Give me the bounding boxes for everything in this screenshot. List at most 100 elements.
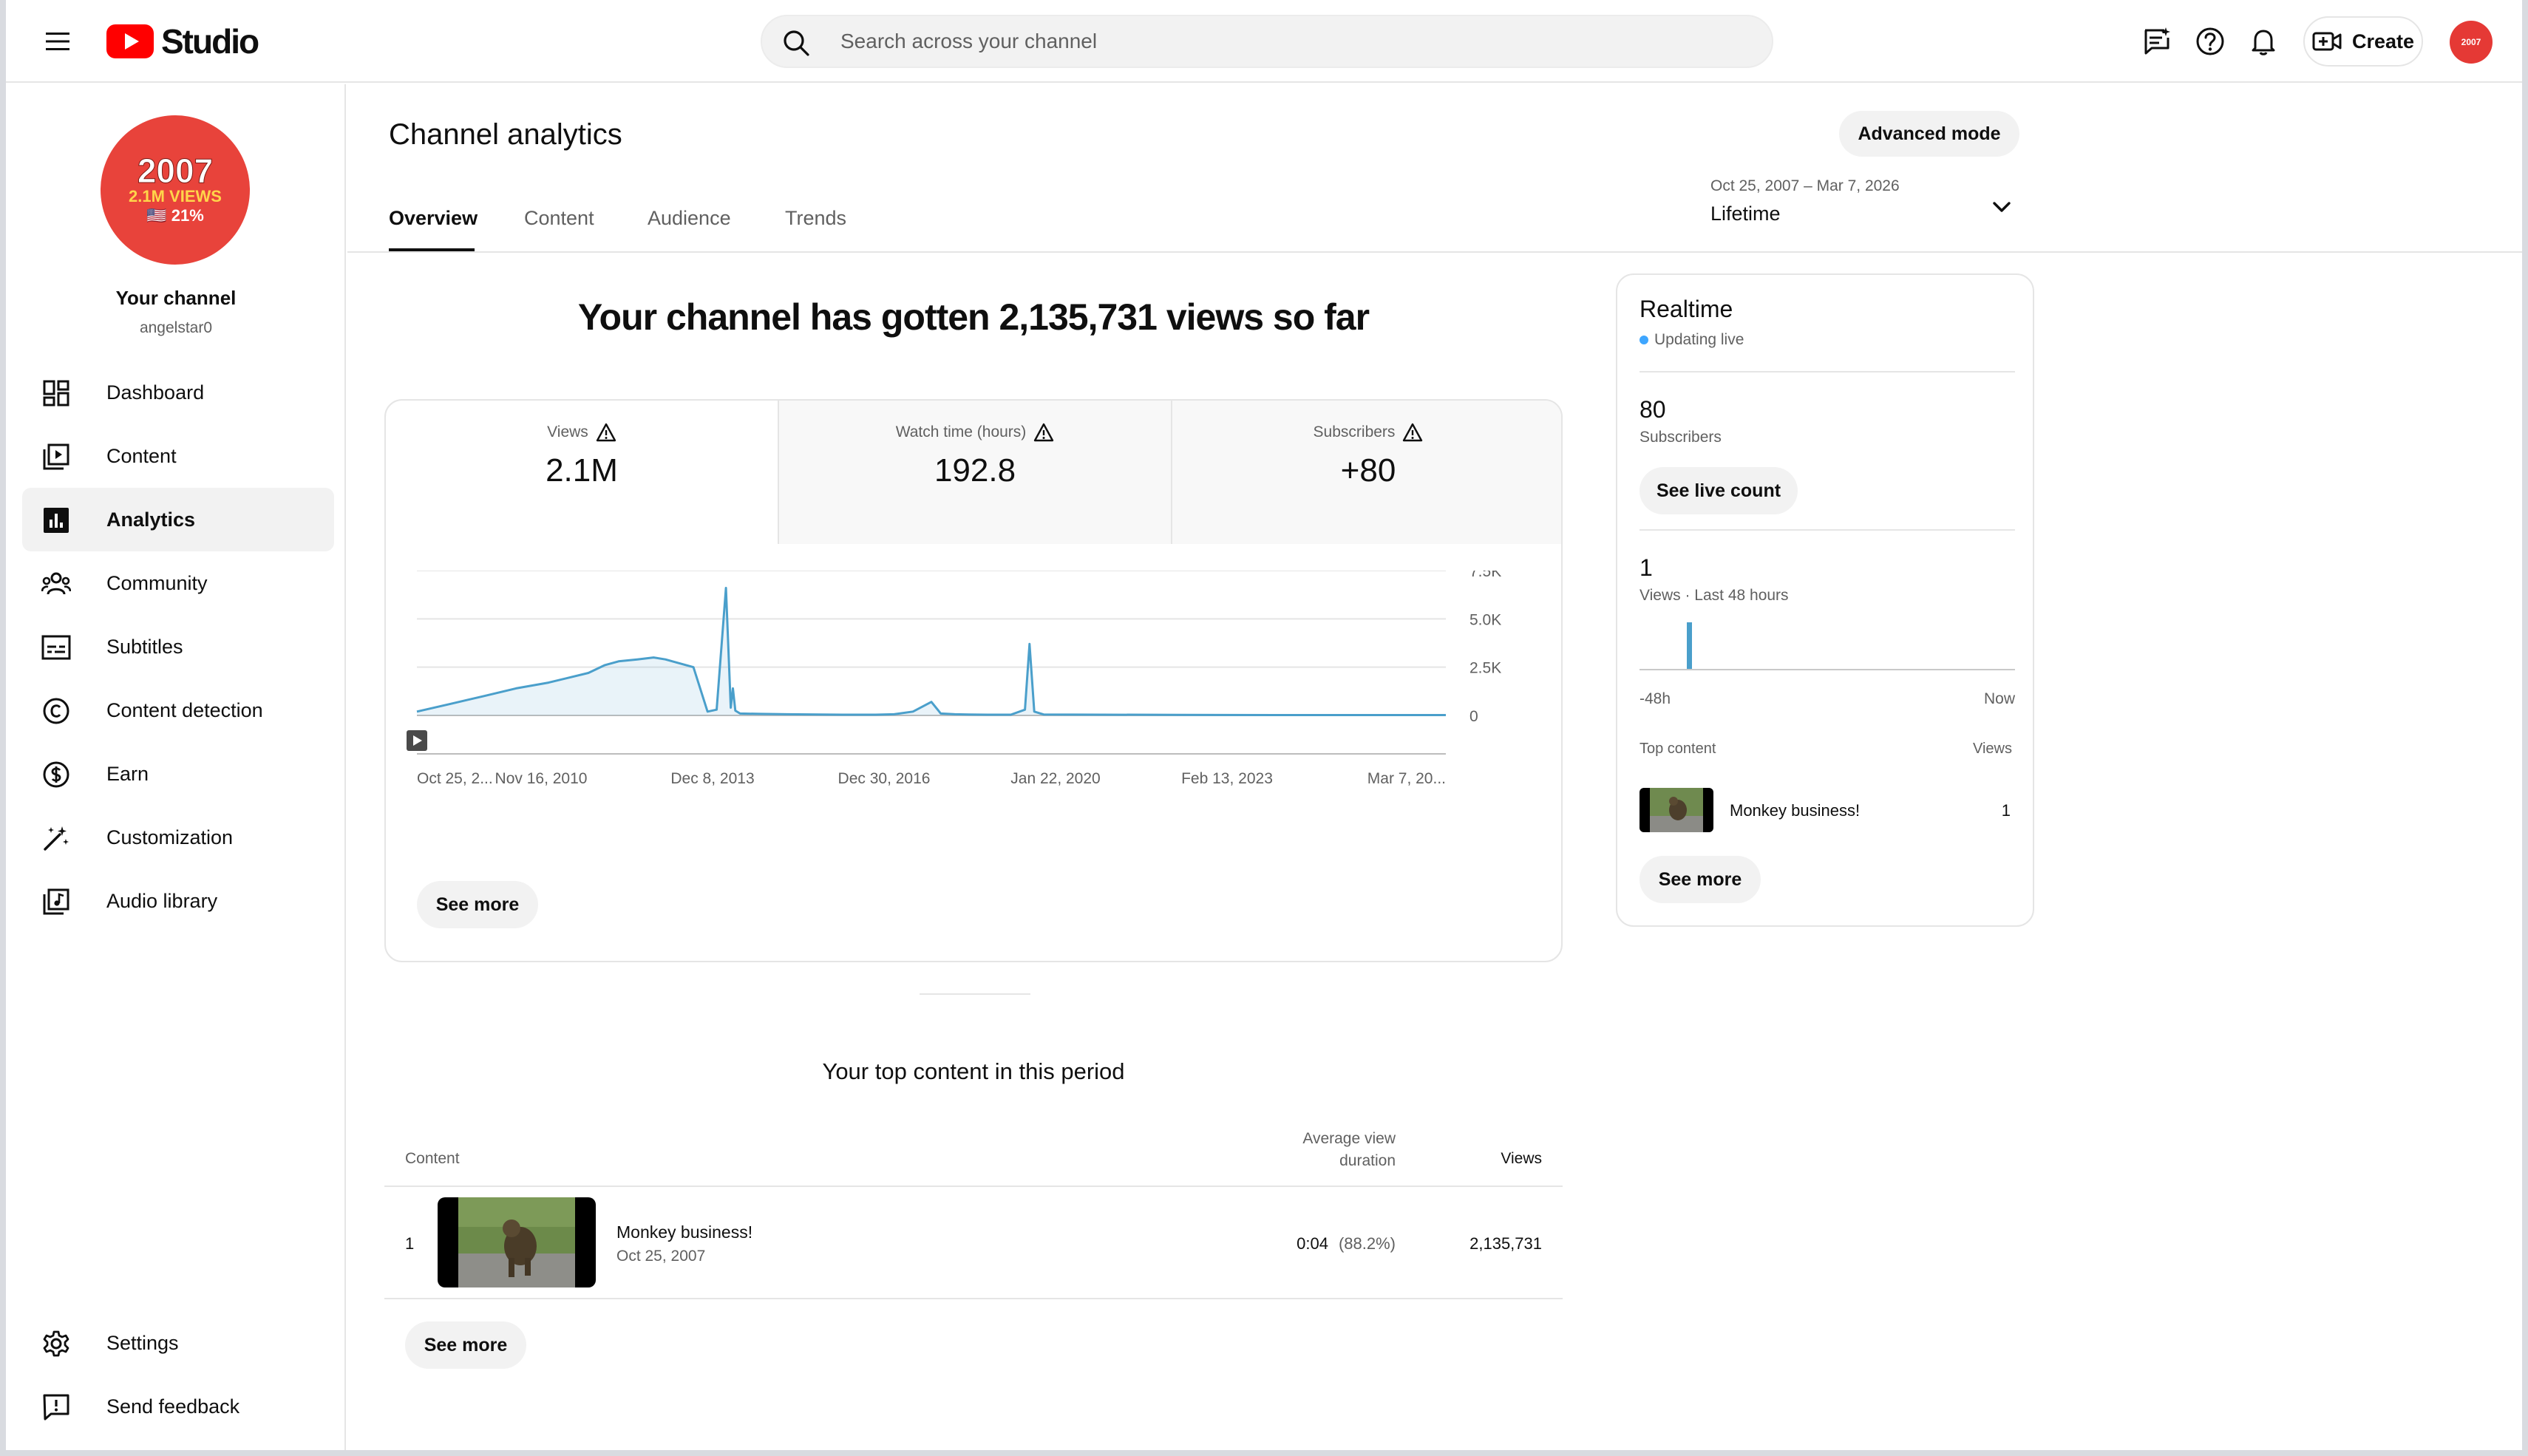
- notifications-bell-icon[interactable]: [2246, 24, 2281, 59]
- row-rank: 1: [405, 1234, 415, 1253]
- help-icon[interactable]: [2192, 24, 2228, 59]
- sidebar-item-content-detection[interactable]: Content detection: [22, 678, 334, 742]
- video-marker-icon: [407, 730, 427, 751]
- tab-overview[interactable]: Overview: [389, 207, 478, 230]
- account-avatar[interactable]: 2007: [2450, 21, 2493, 64]
- overview-chart-card: Views 2.1M Watch time (hours) 192.8 Subs…: [384, 399, 1563, 962]
- y-tick-label: 2.5K: [1469, 660, 1501, 677]
- live-dot-icon: [1640, 336, 1648, 344]
- content-icon: [41, 442, 71, 472]
- realtime-views-value: 1: [1640, 554, 1653, 581]
- section-divider: [920, 993, 1030, 995]
- realtime-title: Realtime: [1640, 296, 1733, 322]
- see-live-count-button[interactable]: See live count: [1640, 467, 1798, 514]
- views-line-chart: 7.5K 5.0K 2.5K 0 Oct 25, 2... Nov 16, 2010 Dec…: [407, 571, 1501, 787]
- sidebar-item-label: Community: [106, 571, 208, 594]
- x-tick-label: Mar 7, 20...: [1367, 770, 1446, 787]
- realtime-views-chart: -48h Now: [1640, 622, 2016, 707]
- channel-avatar[interactable]: 2007 2.1M VIEWS 🇺🇸 21%: [101, 115, 250, 265]
- x-tick-label: Nov 16, 2010: [495, 770, 588, 787]
- chart-see-more-button[interactable]: See more: [417, 881, 538, 928]
- metric-label-row: Subscribers: [1172, 423, 1561, 442]
- realtime-video-title[interactable]: Monkey business!: [1730, 801, 1860, 820]
- x-tick-label: Dec 30, 2016: [838, 770, 931, 787]
- search-bar[interactable]: [761, 15, 1773, 68]
- realtime-video-thumbnail[interactable]: [1640, 788, 1713, 832]
- avg-view-duration-value: 0:04: [1297, 1234, 1328, 1253]
- metric-label-row: Watch time (hours): [779, 423, 1171, 442]
- sidebar-item-customization[interactable]: Customization: [22, 806, 334, 869]
- tab-trends[interactable]: Trends: [785, 207, 846, 230]
- column-header-content: Content: [405, 1150, 460, 1167]
- realtime-axis-end: Now: [1984, 690, 2016, 707]
- metric-value: 2.1M: [546, 452, 618, 489]
- metric-tab-views[interactable]: Views 2.1M: [386, 401, 778, 544]
- sidebar-item-label: Content: [106, 444, 177, 467]
- tab-audience[interactable]: Audience: [648, 207, 731, 230]
- views-headline: Your channel has gotten 2,135,731 views …: [577, 296, 1370, 338]
- metric-tab-subscribers[interactable]: Subscribers +80: [1172, 401, 1561, 544]
- sidebar-item-settings[interactable]: Settings: [22, 1311, 334, 1375]
- column-header-avg-view-duration[interactable]: Average view duration: [1233, 1128, 1396, 1172]
- sidebar-item-label: Subtitles: [106, 635, 183, 658]
- metric-label: Subscribers: [1313, 423, 1396, 440]
- x-tick-label: Oct 25, 2...: [417, 770, 493, 787]
- sidebar-item-label: Earn: [106, 762, 149, 785]
- sidebar-item-send-feedback[interactable]: Send feedback: [22, 1375, 334, 1438]
- audio-library-icon: [41, 887, 71, 916]
- warning-icon: [1403, 423, 1423, 442]
- search-input[interactable]: [840, 16, 1727, 67]
- messages-icon[interactable]: [2139, 24, 2175, 59]
- sidebar-item-label: Audio library: [106, 889, 218, 912]
- dashboard-icon: [41, 378, 71, 408]
- video-thumbnail[interactable]: [438, 1197, 596, 1287]
- menu-icon[interactable]: [38, 22, 77, 61]
- metric-tab-watch-time[interactable]: Watch time (hours) 192.8: [779, 401, 1171, 544]
- realtime-status: Updating live: [1640, 331, 1744, 349]
- channel-title: Your channel: [115, 287, 237, 309]
- sidebar: 2007 2.1M VIEWS 🇺🇸 21% Your channel ange…: [6, 84, 346, 1450]
- realtime-see-more-button[interactable]: See more: [1640, 856, 1761, 903]
- create-button[interactable]: Create: [2303, 16, 2423, 67]
- sidebar-item-label: Analytics: [106, 508, 196, 531]
- realtime-axis-start: -48h: [1640, 690, 1671, 707]
- tab-content[interactable]: Content: [524, 207, 594, 230]
- sidebar-item-dashboard[interactable]: Dashboard: [22, 361, 334, 424]
- date-period-text: Lifetime: [1710, 203, 1781, 225]
- sidebar-item-label: Content detection: [106, 698, 263, 721]
- create-button-label: Create: [2351, 30, 2415, 52]
- realtime-status-text: Updating live: [1654, 331, 1744, 348]
- gear-icon: [41, 1329, 71, 1358]
- column-header-views[interactable]: Views: [1396, 1150, 1542, 1168]
- y-tick-label: 5.0K: [1469, 611, 1501, 628]
- analytics-icon: [41, 506, 71, 535]
- feedback-icon: [41, 1392, 71, 1422]
- realtime-subscribers-value: 80: [1640, 396, 1666, 423]
- realtime-top-content-label: Top content: [1640, 741, 1716, 757]
- youtube-logo-icon: [106, 24, 154, 58]
- divider: [1640, 371, 2015, 372]
- sidebar-item-community[interactable]: Community: [22, 551, 334, 615]
- realtime-views-label: Views · Last 48 hours: [1640, 587, 1789, 604]
- metric-label: Views: [547, 423, 588, 440]
- sidebar-item-audio-library[interactable]: Audio library: [22, 869, 334, 933]
- x-tick-label: Dec 8, 2013: [670, 770, 754, 787]
- sidebar-item-label: Settings: [106, 1331, 179, 1354]
- video-date: Oct 25, 2007: [616, 1248, 706, 1265]
- sidebar-item-content[interactable]: Content: [22, 424, 334, 488]
- sidebar-item-subtitles[interactable]: Subtitles: [22, 615, 334, 678]
- chevron-down-icon[interactable]: [1987, 192, 2016, 222]
- metric-label: Watch time (hours): [895, 423, 1027, 440]
- search-icon[interactable]: [780, 27, 812, 59]
- sidebar-item-label: Send feedback: [106, 1395, 240, 1418]
- avg-view-duration: 0:04 (88.2%): [1233, 1234, 1396, 1253]
- magic-wand-icon: [41, 823, 71, 853]
- video-title[interactable]: Monkey business!: [616, 1222, 752, 1242]
- sidebar-item-analytics[interactable]: Analytics: [22, 488, 334, 551]
- top-content-see-more-button[interactable]: See more: [405, 1321, 526, 1369]
- studio-logo[interactable]: Studio: [106, 19, 259, 64]
- advanced-mode-button[interactable]: Advanced mode: [1839, 111, 2019, 157]
- channel-avatar-views: 2.1M VIEWS: [129, 187, 222, 205]
- sidebar-item-earn[interactable]: Earn: [22, 742, 334, 806]
- dollar-icon: [41, 760, 71, 789]
